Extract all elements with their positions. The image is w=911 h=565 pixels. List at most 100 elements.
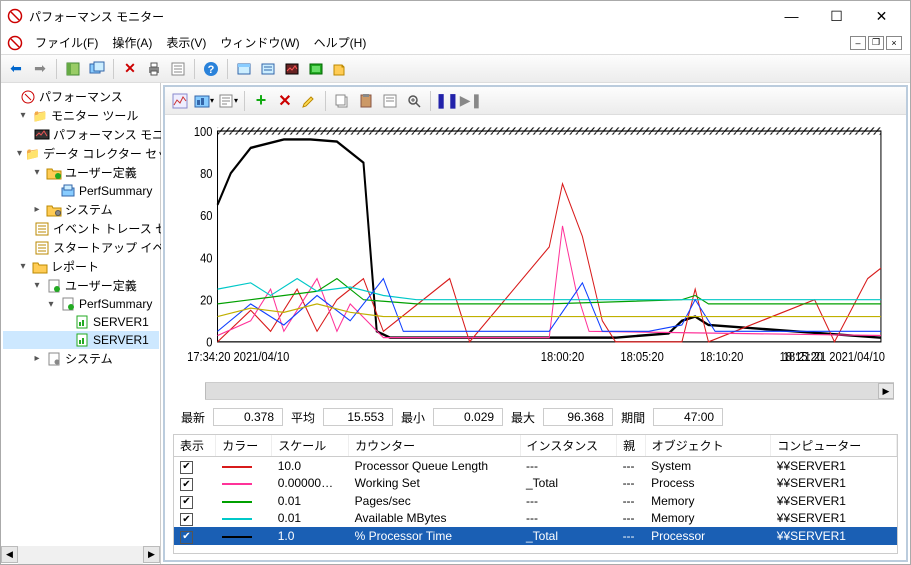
print-button[interactable] — [143, 58, 165, 80]
minimize-button[interactable]: — — [769, 2, 814, 30]
legend-row[interactable]: ✔1.0% Processor Time_Total---Processor¥¥… — [174, 527, 897, 545]
cell-computer: ¥¥SERVER1 — [771, 527, 897, 545]
tree-user-defined[interactable]: ▾ ユーザー定義 — [3, 163, 159, 182]
show-hide-tree-button[interactable] — [62, 58, 84, 80]
col-scale[interactable]: スケール — [272, 435, 349, 457]
highlight-button[interactable] — [298, 90, 320, 112]
legend-scroll[interactable]: 表示 カラー スケール カウンター インスタンス 親 オブジェクト コンピュータ… — [174, 435, 897, 553]
expand-icon[interactable]: ▾ — [31, 167, 43, 178]
tree-reports[interactable]: ▾ レポート — [3, 257, 159, 276]
show-checkbox[interactable]: ✔ — [180, 461, 193, 474]
delete-button[interactable]: ✕ — [119, 58, 141, 80]
col-computer[interactable]: コンピューター — [771, 435, 897, 457]
forward-button[interactable]: ➡ — [29, 58, 51, 80]
legend-row[interactable]: ✔0.01Pages/sec------Memory¥¥SERVER1 — [174, 492, 897, 510]
menu-view[interactable]: 表示(V) — [160, 32, 212, 53]
tree-server1b[interactable]: SERVER1 — [3, 331, 159, 349]
scroll-right-icon[interactable]: ▶ — [878, 383, 894, 399]
tb-icon-5[interactable] — [329, 58, 351, 80]
show-checkbox[interactable]: ✔ — [180, 496, 193, 509]
tree-perfsummary[interactable]: PerfSummary — [3, 182, 159, 200]
tb-icon-4[interactable] — [305, 58, 327, 80]
legend-row[interactable]: ✔0.00000…Working Set_Total---Process¥¥SE… — [174, 475, 897, 493]
tree-hscroll[interactable]: ◀ ▶ — [1, 546, 160, 564]
col-show[interactable]: 表示 — [174, 435, 216, 457]
tree-reports-perfsummary[interactable]: ▾ PerfSummary — [3, 295, 159, 313]
report-item-icon — [74, 314, 90, 330]
col-color[interactable]: カラー — [216, 435, 272, 457]
tree-startup[interactable]: スタートアップ イベント — [3, 238, 159, 257]
cell-computer: ¥¥SERVER1 — [771, 475, 897, 493]
scroll-right-icon[interactable]: ▶ — [143, 546, 160, 563]
tree-monitor-tools[interactable]: ▾📁 モニター ツール — [3, 106, 159, 125]
zoom-button[interactable] — [403, 90, 425, 112]
body: パフォーマンス ▾📁 モニター ツール パフォーマンス モニター ▾📁 データ … — [1, 83, 910, 564]
expand-icon[interactable]: ▾ — [17, 110, 29, 121]
remove-counter-button[interactable]: ✕ — [274, 90, 296, 112]
app-icon-small — [7, 35, 23, 51]
tree-server1a[interactable]: SERVER1 — [3, 313, 159, 331]
cell-object: Processor — [645, 527, 771, 545]
tree-dcs[interactable]: ▾📁 データ コレクター セット — [3, 144, 159, 163]
cell-object: Memory — [645, 492, 771, 510]
expand-icon[interactable]: ▸ — [31, 353, 43, 364]
view-report-button[interactable]: ▾ — [217, 90, 239, 112]
cell-counter: % Processor Time — [349, 527, 520, 545]
expand-icon[interactable]: ▾ — [17, 148, 22, 159]
menu-action[interactable]: 操作(A) — [106, 32, 158, 53]
show-checkbox[interactable]: ✔ — [180, 513, 193, 526]
cell-computer: ¥¥SERVER1 — [771, 457, 897, 475]
tb-icon-1[interactable] — [233, 58, 255, 80]
freeze-button[interactable]: ❚❚ — [436, 90, 458, 112]
properties-chart-button[interactable] — [379, 90, 401, 112]
add-counter-button[interactable]: + — [250, 90, 272, 112]
show-checkbox[interactable]: ✔ — [180, 478, 193, 491]
paste-button[interactable] — [355, 90, 377, 112]
col-instance[interactable]: インスタンス — [520, 435, 617, 457]
tree-reports-user[interactable]: ▾ ユーザー定義 — [3, 276, 159, 295]
tree-root-label: パフォーマンス — [39, 88, 123, 105]
legend-row[interactable]: ✔10.0Processor Queue Length------System¥… — [174, 457, 897, 475]
expand-icon[interactable]: ▾ — [45, 299, 57, 310]
scroll-thumb[interactable] — [206, 383, 893, 399]
new-window-button[interactable] — [86, 58, 108, 80]
menu-file[interactable]: ファイル(F) — [29, 32, 104, 53]
tree-root[interactable]: パフォーマンス — [3, 87, 159, 106]
tree-reports-system[interactable]: ▸ システム — [3, 349, 159, 368]
view-histogram-button[interactable]: ▾ — [193, 90, 215, 112]
tree-event-trace[interactable]: イベント トレース セッション — [3, 219, 159, 238]
maximize-button[interactable]: ☐ — [814, 2, 859, 30]
menu-help[interactable]: ヘルプ(H) — [308, 32, 373, 53]
col-counter[interactable]: カウンター — [349, 435, 520, 457]
back-button[interactable]: ⬅ — [5, 58, 27, 80]
svg-text:0: 0 — [206, 335, 212, 350]
col-object[interactable]: オブジェクト — [645, 435, 771, 457]
mdi-restore[interactable]: ❐ — [868, 36, 884, 50]
tb-icon-2[interactable] — [257, 58, 279, 80]
help-button[interactable]: ? — [200, 58, 222, 80]
mdi-close[interactable]: × — [886, 36, 902, 50]
expand-icon[interactable]: ▾ — [17, 261, 29, 272]
show-checkbox[interactable]: ✔ — [180, 531, 193, 544]
col-parent[interactable]: 親 — [617, 435, 646, 457]
view-graph-button[interactable] — [169, 90, 191, 112]
expand-icon[interactable]: ▾ — [31, 280, 43, 291]
close-button[interactable]: ✕ — [859, 2, 904, 30]
tree-system[interactable]: ▸ システム — [3, 200, 159, 219]
menu-window[interactable]: ウィンドウ(W) — [214, 32, 305, 53]
properties-button[interactable] — [167, 58, 189, 80]
scroll-left-icon[interactable]: ◀ — [1, 546, 18, 563]
tree-reports-perfsummary-label: PerfSummary — [79, 297, 152, 311]
mdi-controls: – ❐ × — [850, 36, 904, 50]
expand-icon[interactable]: ▸ — [31, 204, 43, 215]
tb-icon-3[interactable] — [281, 58, 303, 80]
tree-perf-monitor[interactable]: パフォーマンス モニター — [3, 125, 159, 144]
mdi-minimize[interactable]: – — [850, 36, 866, 50]
nav-tree[interactable]: パフォーマンス ▾📁 モニター ツール パフォーマンス モニター ▾📁 データ … — [1, 83, 161, 546]
copy-button[interactable] — [331, 90, 353, 112]
chart[interactable]: 02040608010017:34:20 2021/04/1018:21:21 … — [165, 115, 906, 382]
tree-monitor-tools-label: モニター ツール — [51, 107, 138, 124]
update-button[interactable]: ▶❚ — [460, 90, 482, 112]
chart-hscroll[interactable]: ◀ ▶ — [205, 382, 894, 400]
legend-row[interactable]: ✔0.01Available MBytes------Memory¥¥SERVE… — [174, 510, 897, 528]
